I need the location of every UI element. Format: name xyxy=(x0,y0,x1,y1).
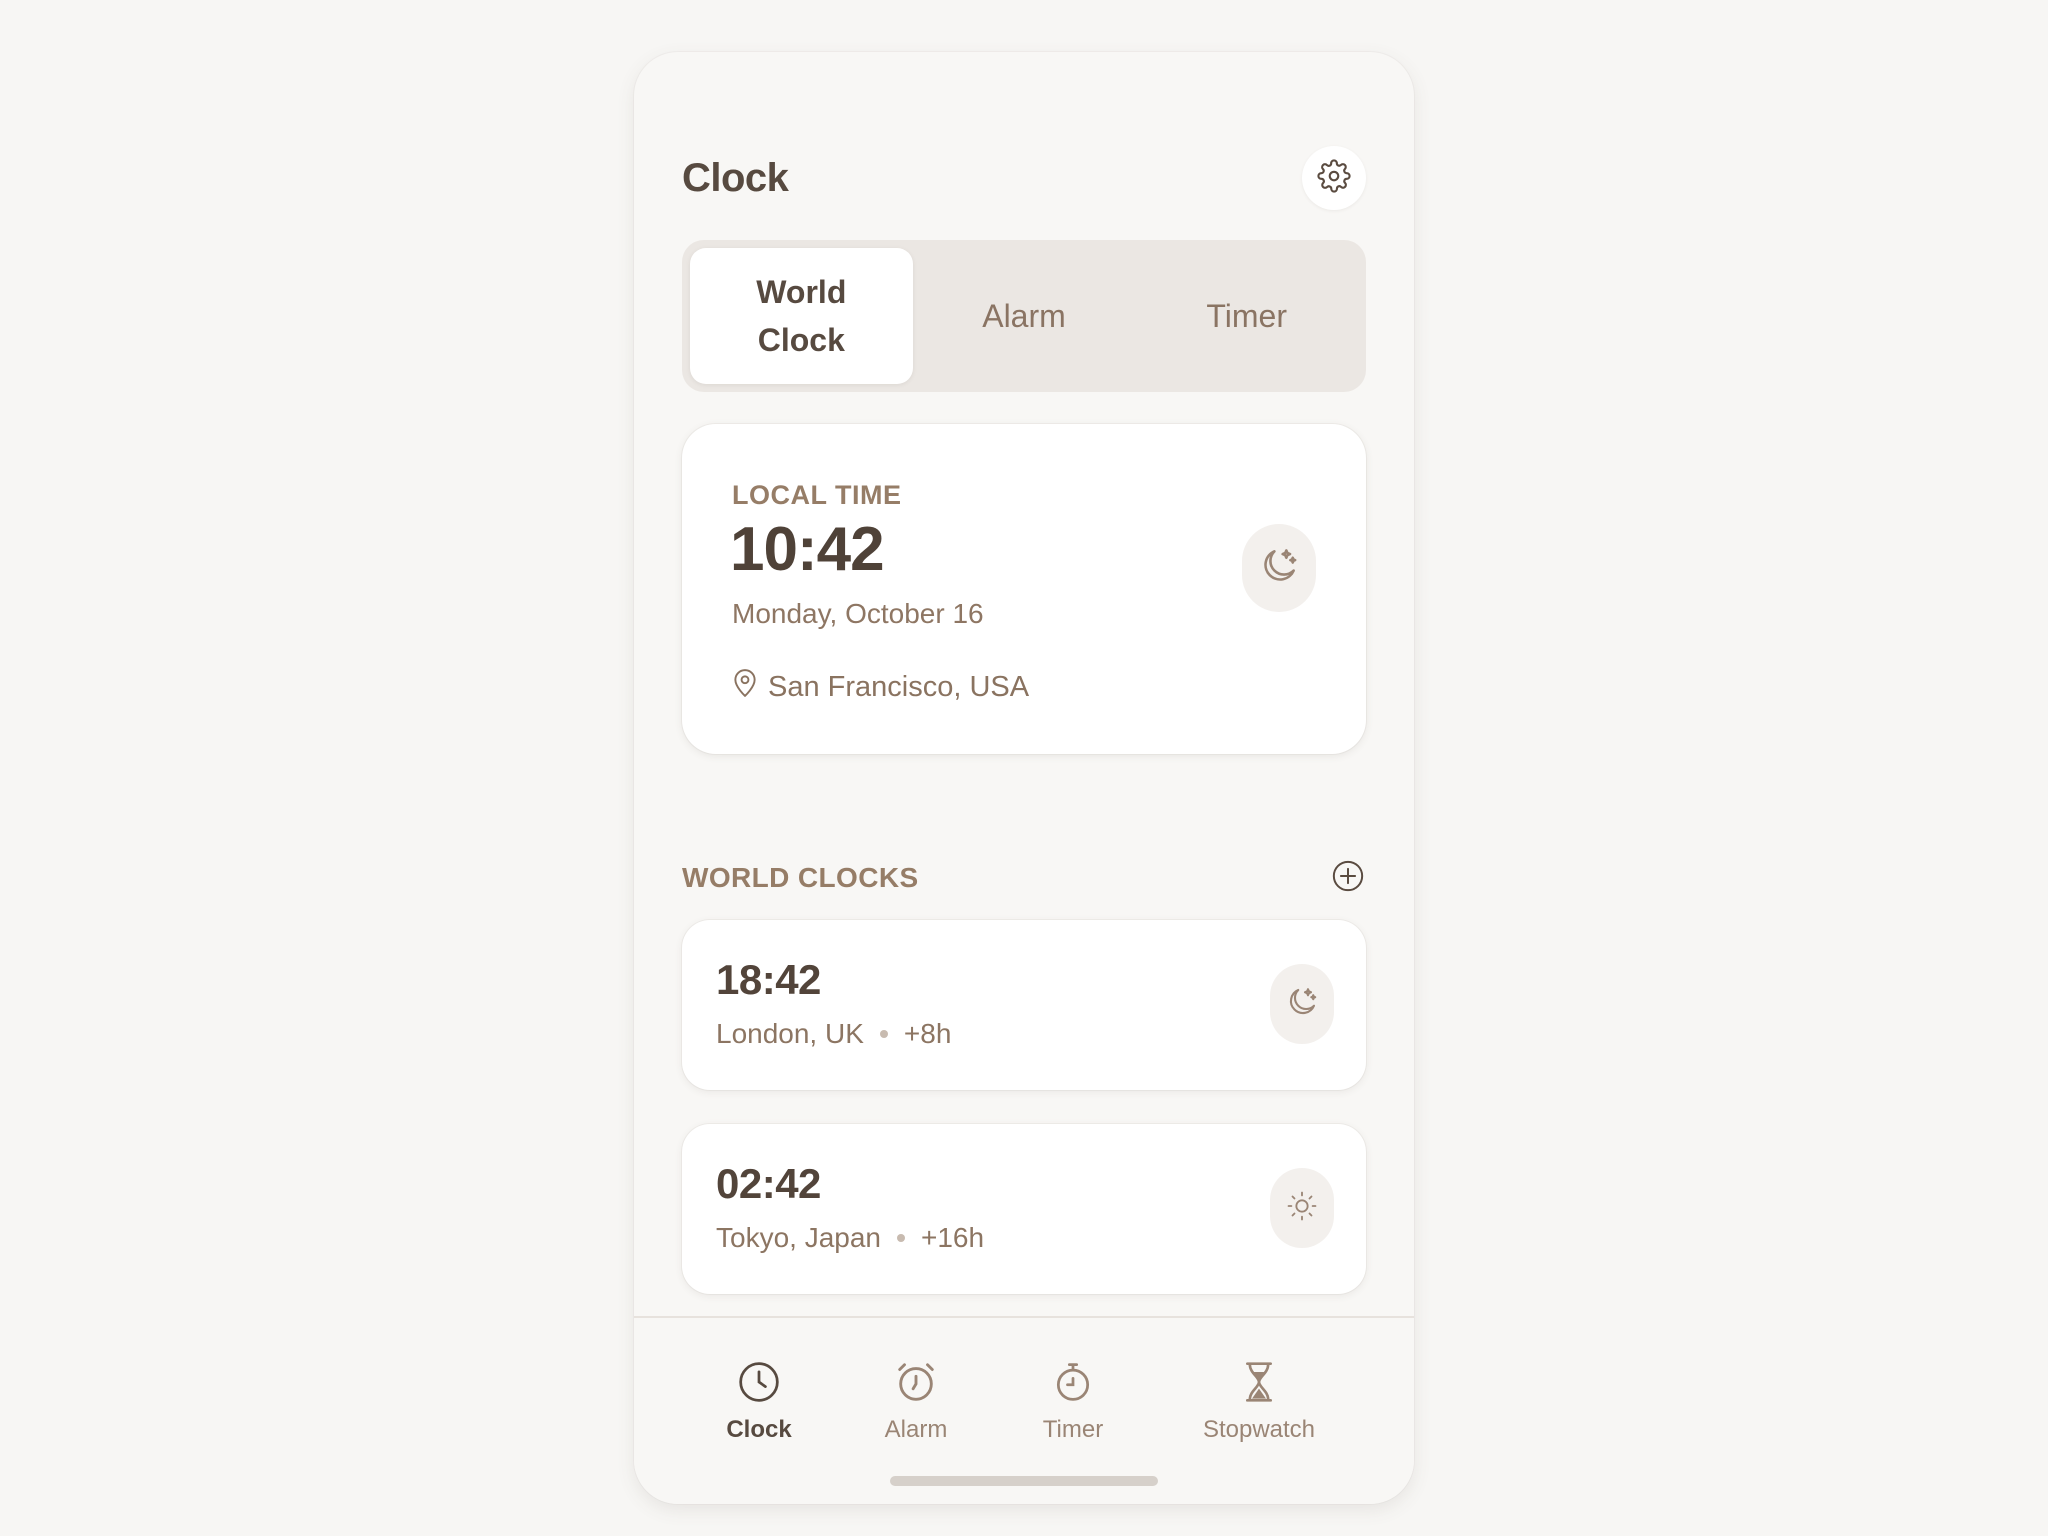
separator-dot xyxy=(897,1234,905,1242)
world-clock-meta: London, UK +8h xyxy=(716,1018,951,1050)
tab-stopwatch[interactable]: Stopwatch xyxy=(1189,1358,1329,1444)
section-title: WORLD CLOCKS xyxy=(682,862,919,893)
world-clock-city: Tokyo, Japan xyxy=(716,1222,881,1253)
segment-timer[interactable]: Timer xyxy=(1135,248,1358,384)
world-clock-card-tokyo[interactable]: 02:42 Tokyo, Japan +16h xyxy=(682,1124,1366,1294)
tab-label: Alarm xyxy=(884,1416,948,1443)
world-clocks-header: WORLD CLOCKS xyxy=(682,858,1366,898)
tab-label: Clock xyxy=(726,1416,792,1443)
segment-alarm[interactable]: Alarm xyxy=(913,248,1136,384)
hourglass-icon xyxy=(1235,1358,1283,1406)
map-pin-icon xyxy=(732,668,758,706)
world-clock-time: 18:42 xyxy=(716,956,821,1003)
world-clock-meta: Tokyo, Japan +16h xyxy=(716,1222,984,1254)
segment-label: Timer xyxy=(1206,298,1287,334)
plus-circle-icon xyxy=(1331,859,1365,898)
night-indicator xyxy=(1270,964,1334,1044)
world-clock-offset: +16h xyxy=(921,1222,985,1253)
separator-dot xyxy=(879,1030,888,1038)
clock-icon xyxy=(735,1358,783,1406)
tab-alarm[interactable]: Alarm xyxy=(846,1358,986,1444)
page-title: Clock xyxy=(682,155,789,200)
phone-frame: Clock World Clock Alarm Timer LOCAL TIME… xyxy=(634,52,1414,1504)
moon-stars-icon xyxy=(1257,544,1301,593)
local-date: Monday, October 16 xyxy=(732,598,984,629)
local-time-value: 10:42 xyxy=(730,515,885,584)
tab-timer[interactable]: Timer xyxy=(1003,1358,1143,1444)
add-world-clock-button[interactable] xyxy=(1330,860,1366,896)
home-indicator xyxy=(890,1476,1158,1486)
settings-button[interactable] xyxy=(1302,146,1366,210)
segment-world-clock[interactable]: World Clock xyxy=(690,248,913,384)
world-clock-offset: +8h xyxy=(903,1018,952,1049)
tab-clock[interactable]: Clock xyxy=(689,1358,829,1444)
world-clock-city: London, UK xyxy=(716,1018,864,1049)
gear-icon xyxy=(1317,158,1351,198)
view-segmented-control: World Clock Alarm Timer xyxy=(682,240,1366,392)
tab-label: Timer xyxy=(1042,1416,1104,1443)
local-location: San Francisco, USA xyxy=(732,668,1029,706)
world-clock-time: 02:42 xyxy=(716,1160,821,1207)
segment-label: Alarm xyxy=(982,298,1066,334)
moon-stars-icon xyxy=(1284,984,1320,1025)
timer-icon xyxy=(1049,1358,1097,1406)
world-clock-card-london[interactable]: 18:42 London, UK +8h xyxy=(682,920,1366,1090)
tab-label: Stopwatch xyxy=(1202,1416,1316,1443)
night-indicator xyxy=(1242,524,1316,612)
day-indicator xyxy=(1270,1168,1334,1248)
sun-icon xyxy=(1285,1189,1319,1228)
location-text: San Francisco, USA xyxy=(768,670,1030,703)
alarm-clock-icon xyxy=(892,1358,940,1406)
header: Clock xyxy=(682,140,1366,216)
local-time-label: LOCAL TIME xyxy=(732,480,902,510)
segment-label: World Clock xyxy=(756,274,847,358)
